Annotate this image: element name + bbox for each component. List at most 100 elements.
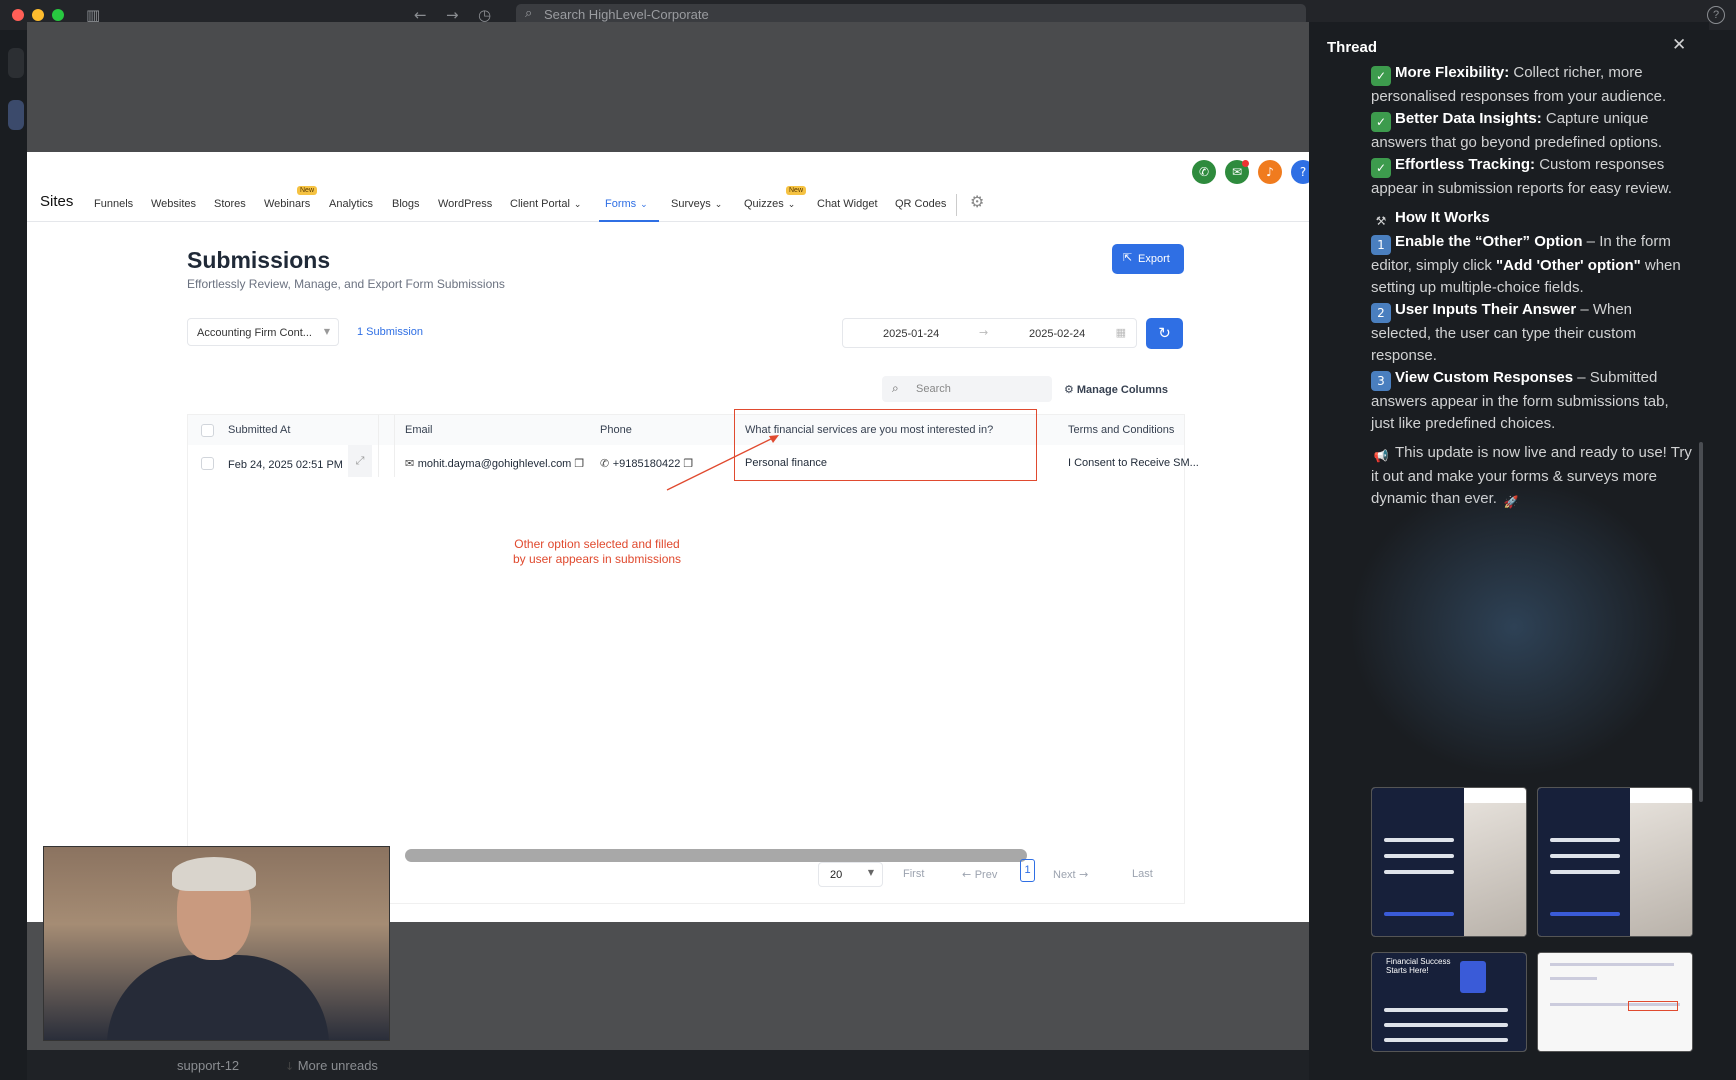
channel-footer: support-12 ↓ More unreads [27, 1050, 1309, 1080]
nav-item-forms[interactable]: Forms ⌄ [605, 198, 648, 210]
nav-item-funnels[interactable]: Funnels [94, 198, 133, 210]
copy-icon[interactable]: ❐ [574, 457, 584, 470]
workspace-sidebar [0, 30, 27, 1080]
sites-nav-bar: Sites Funnels Websites Stores New Webina… [27, 186, 1309, 222]
channel-name[interactable]: support-12 [177, 1058, 239, 1073]
nav-item-webinars[interactable]: New Webinars [264, 186, 318, 210]
prev-label: Prev [974, 869, 998, 881]
attachment-thumbnail[interactable] [1371, 787, 1527, 937]
highlight-box [734, 409, 1037, 481]
workspace-icon-active[interactable] [8, 100, 24, 130]
attachment-thumbnail[interactable]: Financial Success Starts Here! [1371, 952, 1527, 1052]
step-title: View Custom Responses [1395, 369, 1574, 386]
nav-item-stores[interactable]: Stores [214, 198, 246, 210]
settings-icon: ⚙ [1064, 383, 1074, 396]
search-input[interactable]: ⌕ Search [882, 376, 1052, 402]
benefit-item: ✓ Better Data Insights: Capture unique an… [1371, 108, 1693, 154]
thumb-field [1384, 854, 1454, 858]
workspace-search-placeholder: Search HighLevel-Corporate [544, 7, 709, 22]
close-window-button[interactable] [12, 9, 24, 21]
more-unreads-label: More unreads [297, 1058, 378, 1073]
nav-item-chat-widget[interactable]: Chat Widget [817, 198, 878, 210]
next-page-button[interactable]: Next → [1053, 868, 1088, 881]
export-button[interactable]: ⇱ Export [1112, 244, 1184, 274]
attachment-thumbnail[interactable] [1537, 952, 1693, 1052]
thumb-heading: Financial Success Starts Here! [1386, 957, 1451, 975]
cell-submitted-at: Feb 24, 2025 02:51 PM [228, 459, 343, 471]
presenter-body [107, 955, 329, 1040]
new-badge: New [786, 186, 807, 195]
column-header-terms[interactable]: Terms and Conditions [1068, 424, 1174, 436]
nav-item-client-portal[interactable]: Client Portal ⌄ [510, 198, 581, 210]
thread-scrollbar[interactable] [1699, 442, 1703, 802]
refresh-button[interactable]: ↻ [1146, 318, 1183, 349]
row-checkbox[interactable] [201, 457, 214, 470]
email-value: mohit.dayma@gohighlevel.com [417, 458, 572, 470]
current-page[interactable]: 1 [1020, 859, 1035, 882]
attachment-thumbnail[interactable] [1537, 787, 1693, 937]
help-icon[interactable]: ? [1707, 6, 1725, 24]
more-unreads-button[interactable]: ↓ More unreads [285, 1058, 378, 1073]
column-header-phone[interactable]: Phone [600, 424, 632, 436]
nav-item-blogs[interactable]: Blogs [392, 198, 420, 210]
copy-icon[interactable]: ❐ [683, 457, 693, 470]
keycap-3-icon: 3 [1371, 371, 1391, 391]
thumb-field [1550, 870, 1620, 874]
select-all-checkbox[interactable] [201, 424, 214, 437]
close-icon[interactable]: ✕ [1672, 35, 1686, 55]
help-circle-icon[interactable]: ? [1291, 160, 1309, 184]
nav-item-qr-codes[interactable]: QR Codes [895, 198, 946, 210]
nav-item-analytics[interactable]: Analytics [329, 198, 373, 210]
nav-item-quizzes[interactable]: New Quizzes ⌄ [744, 186, 807, 210]
step-item: 1 Enable the “Other” Option – In the form… [1371, 231, 1693, 299]
check-icon: ✓ [1371, 66, 1391, 86]
how-it-works-heading: ⚒ How It Works [1371, 207, 1693, 231]
minimize-window-button[interactable] [32, 9, 44, 21]
active-tab-underline [599, 220, 659, 222]
form-select-dropdown[interactable]: Accounting Firm Cont... ▼ [187, 318, 339, 346]
nav-item-surveys[interactable]: Surveys ⌄ [671, 198, 722, 210]
keycap-1-icon: 1 [1371, 235, 1391, 255]
megaphone-icon[interactable]: ✉ [1225, 160, 1249, 184]
workspace-icon[interactable] [8, 48, 24, 78]
zoom-window-button[interactable] [52, 9, 64, 21]
date-to[interactable]: 2025-02-24 [1029, 328, 1085, 340]
mail-icon: ✉ [405, 457, 418, 470]
form-select-value: Accounting Firm Cont... [197, 327, 312, 339]
thumb-field [1384, 838, 1454, 842]
refresh-icon: ↻ [1158, 324, 1171, 342]
column-header-email[interactable]: Email [405, 424, 433, 436]
phone-value: +9185180422 [612, 458, 681, 470]
thumb-field [1384, 1008, 1508, 1012]
nav-item-webinars-label: Webinars [264, 198, 311, 210]
search-placeholder: Search [916, 383, 951, 395]
nav-item-wordpress[interactable]: WordPress [438, 198, 492, 210]
phone-icon[interactable]: ✆ [1192, 160, 1216, 184]
annotation-text: Other option selected and filled by user… [492, 537, 702, 567]
manage-columns-button[interactable]: ⚙ Manage Columns [1064, 383, 1168, 396]
cell-phone: ✆ +9185180422 ❐ [600, 457, 693, 470]
nav-divider [956, 194, 957, 216]
horizontal-scrollbar[interactable] [405, 849, 1027, 862]
first-page-button[interactable]: First [903, 868, 924, 880]
phone-icon: ✆ [600, 457, 613, 470]
date-from[interactable]: 2025-01-24 [883, 328, 939, 340]
last-page-button[interactable]: Last [1132, 868, 1153, 880]
search-icon: ⌕ [892, 381, 899, 395]
next-label: Next [1053, 869, 1076, 881]
column-header-submitted-at[interactable]: Submitted At [228, 424, 290, 436]
step-item: 2 User Inputs Their Answer – When selecte… [1371, 299, 1693, 367]
manage-columns-label: Manage Columns [1076, 384, 1168, 396]
page-size-value: 20 [830, 869, 843, 881]
check-icon: ✓ [1371, 112, 1391, 132]
annotation-line-1: Other option selected and filled [514, 537, 680, 551]
expand-icon[interactable]: ⤢ [348, 445, 372, 477]
nav-item-websites[interactable]: Websites [151, 198, 196, 210]
gear-icon[interactable]: ⚙ [970, 192, 984, 211]
benefit-item: ✓ More Flexibility: Collect richer, more … [1371, 62, 1693, 108]
date-range-picker[interactable]: 2025-01-24 → 2025-02-24 ▦ [842, 318, 1137, 348]
chevron-down-icon: ▼ [323, 327, 330, 336]
bell-icon[interactable]: ♪ [1258, 160, 1282, 184]
page-size-select[interactable]: 20 ▼ [818, 862, 883, 887]
prev-page-button[interactable]: ← Prev [962, 868, 997, 881]
